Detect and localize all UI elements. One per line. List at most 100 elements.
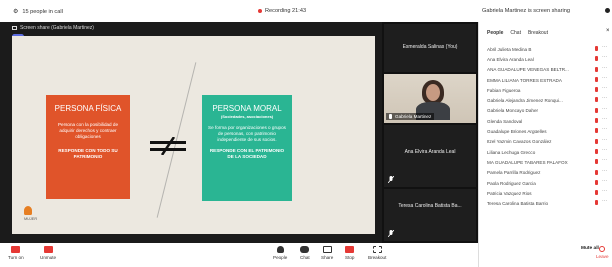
people-panel: People Chat Breakout × Abril Julieta Med… (478, 22, 612, 267)
list-item[interactable]: Paola Rodriguez Garcia ··· (487, 178, 609, 188)
leave-icon (599, 246, 606, 252)
people-count-text: 15 people in call (22, 8, 63, 15)
list-item[interactable]: EMMA LILIANA TORRES ESTRADA ··· (487, 75, 609, 85)
more-options-icon[interactable]: ··· (602, 116, 607, 122)
more-options-icon[interactable]: ··· (602, 126, 607, 132)
participant-tile[interactable]: Ana Elvira Aranda Leal (384, 125, 476, 187)
more-options-icon[interactable]: ··· (602, 198, 607, 204)
mic-off-icon (595, 76, 598, 82)
moral-subtitle: (Sociedades, asociaciones) (220, 114, 274, 119)
list-item[interactable]: Liliana Lechuga Grecco ··· (487, 147, 609, 157)
participant-name: Guadalupe Briones Argüelles (487, 129, 547, 135)
list-item[interactable]: Fabian Figueroa ··· (487, 85, 609, 95)
participant-name: EMMA LILIANA TORRES ESTRADA (487, 77, 562, 83)
camera-off-icon (11, 246, 21, 253)
mic-off-icon (595, 138, 598, 144)
tab-people[interactable]: People (487, 30, 503, 36)
recording-dot-icon (258, 9, 262, 13)
mic-off-icon (595, 66, 598, 72)
people-label: People (273, 255, 288, 260)
list-item[interactable]: ANA GUADALUPE VENEGAS BELTR... ··· (487, 65, 609, 75)
list-item[interactable]: Gabriela Alejandra Jimenez Ronqui... ··· (487, 95, 609, 105)
participant-name: Ana Elvira Aranda Leal (487, 56, 534, 62)
participant-tile[interactable]: Esmeralda Salinas (You) (384, 24, 476, 72)
mic-off-icon (595, 46, 598, 51)
participant-tile[interactable]: Teresa Carolina Batista Ba... (384, 189, 476, 241)
mic-off-icon (595, 56, 598, 62)
chat-button[interactable]: Chat (300, 246, 310, 260)
leave-button[interactable]: Leave (596, 246, 609, 259)
mic-off-icon (595, 107, 598, 113)
more-icon[interactable] (605, 8, 610, 13)
moral-description: Se forma por organizaciones o grupos de … (208, 125, 286, 142)
people-list: Abril Julieta Medina B ··· Ana Elvira Aran… (487, 44, 609, 209)
share-label[interactable]: Screen share (Gabriela Martinez) (12, 25, 94, 31)
stop-share-button[interactable]: Stop (345, 246, 354, 260)
close-icon[interactable]: × (606, 28, 610, 34)
mic-off-icon (388, 230, 394, 237)
participant-name: Teresa Carolina Batista Ba... (398, 203, 462, 209)
participant-name: Esmeralda Salinas (You) (402, 44, 458, 50)
more-options-icon[interactable]: ··· (602, 95, 607, 101)
mic-off-icon (595, 159, 598, 165)
more-options-icon[interactable]: ··· (602, 44, 607, 50)
moral-footer: RESPONDE CON EL PATRIMONIO DE LA SOCIEDA… (209, 148, 285, 159)
list-item[interactable]: MA GUADALUPE TABARES PALAFOX ··· (487, 157, 609, 167)
panel-tabs: People Chat Breakout (487, 30, 548, 36)
unmute-button[interactable]: Unmute (40, 246, 56, 260)
participant-tile-video[interactable]: Gabriela Martinez (384, 74, 476, 123)
list-item[interactable]: Gabriela Moncayo Daher ··· (487, 106, 609, 116)
more-options-icon[interactable]: ··· (602, 65, 607, 71)
more-options-icon[interactable]: ··· (602, 168, 607, 174)
participant-name: Glenda Sandoval (487, 118, 523, 124)
more-options-icon[interactable]: ··· (602, 75, 607, 81)
list-item[interactable]: Abril Julieta Medina B ··· (487, 44, 609, 54)
share-button[interactable]: Share (321, 246, 333, 260)
more-options-icon[interactable]: ··· (602, 157, 607, 163)
participant-name: Pamela Parrilla Rodriguez (487, 170, 541, 176)
people-count[interactable]: ⚙ 15 people in call (13, 8, 63, 16)
list-item[interactable]: Teresa Carolina Batista Barrio ··· (487, 198, 609, 208)
breakout-button[interactable]: Breakout (368, 246, 386, 260)
list-item[interactable]: Patricia Vazquez Rios ··· (487, 188, 609, 198)
participant-tiles: Esmeralda Salinas (You) Gabriela Martine… (382, 22, 478, 243)
list-item[interactable]: Glenda Sandoval ··· (487, 116, 609, 126)
person-face (426, 84, 440, 101)
mic-off-icon (595, 97, 598, 103)
gear-icon: ⚙ (13, 9, 19, 15)
list-item[interactable]: Itzel Yazmin Cavazos González ··· (487, 137, 609, 147)
video-name-badge: Gabriela Martinez (386, 113, 435, 120)
tab-chat[interactable]: Chat (510, 30, 521, 36)
list-item[interactable]: Ana Elvira Aranda Leal ··· (487, 54, 609, 64)
more-options-icon[interactable]: ··· (602, 54, 607, 60)
persona-moral-card: PERSONA MORAL (Sociedades, asociaciones)… (202, 95, 292, 201)
participant-name: Fabian Figueroa (487, 87, 521, 93)
moral-title: PERSONA MORAL (212, 104, 282, 113)
more-options-icon[interactable]: ··· (602, 137, 607, 143)
share-screen-icon (322, 246, 332, 253)
screen-icon (12, 26, 17, 30)
mic-icon (389, 114, 392, 119)
more-options-icon[interactable]: ··· (602, 85, 607, 91)
breakout-icon (372, 246, 382, 253)
more-options-icon[interactable]: ··· (602, 106, 607, 112)
fisica-description: Persona con la posibilidad de adquirir d… (57, 122, 118, 139)
participant-name: Patricia Vazquez Rios (487, 190, 532, 196)
fisica-title: PERSONA FÍSICA (54, 104, 122, 113)
bottom-toolbar: Turn on Unmute People Chat Share Stop Br… (0, 243, 478, 267)
more-options-icon[interactable]: ··· (602, 147, 607, 153)
more-options-icon[interactable]: ··· (602, 188, 607, 194)
participant-name: Gabriela Moncayo Daher (487, 108, 539, 114)
list-item[interactable]: Pamela Parrilla Rodriguez ··· (487, 168, 609, 178)
logo-text: MUJER (24, 217, 38, 221)
list-item[interactable]: Guadalupe Briones Argüelles ··· (487, 126, 609, 136)
mic-off-icon (595, 118, 598, 124)
mic-off-icon (595, 179, 598, 185)
tab-breakout[interactable]: Breakout (528, 30, 548, 36)
unmute-label: Unmute (40, 255, 57, 260)
mic-off-icon (43, 246, 53, 253)
chat-icon (300, 246, 310, 253)
people-button[interactable]: People (273, 246, 287, 260)
more-options-icon[interactable]: ··· (602, 178, 607, 184)
turn-on-camera-button[interactable]: Turn on (8, 246, 24, 260)
